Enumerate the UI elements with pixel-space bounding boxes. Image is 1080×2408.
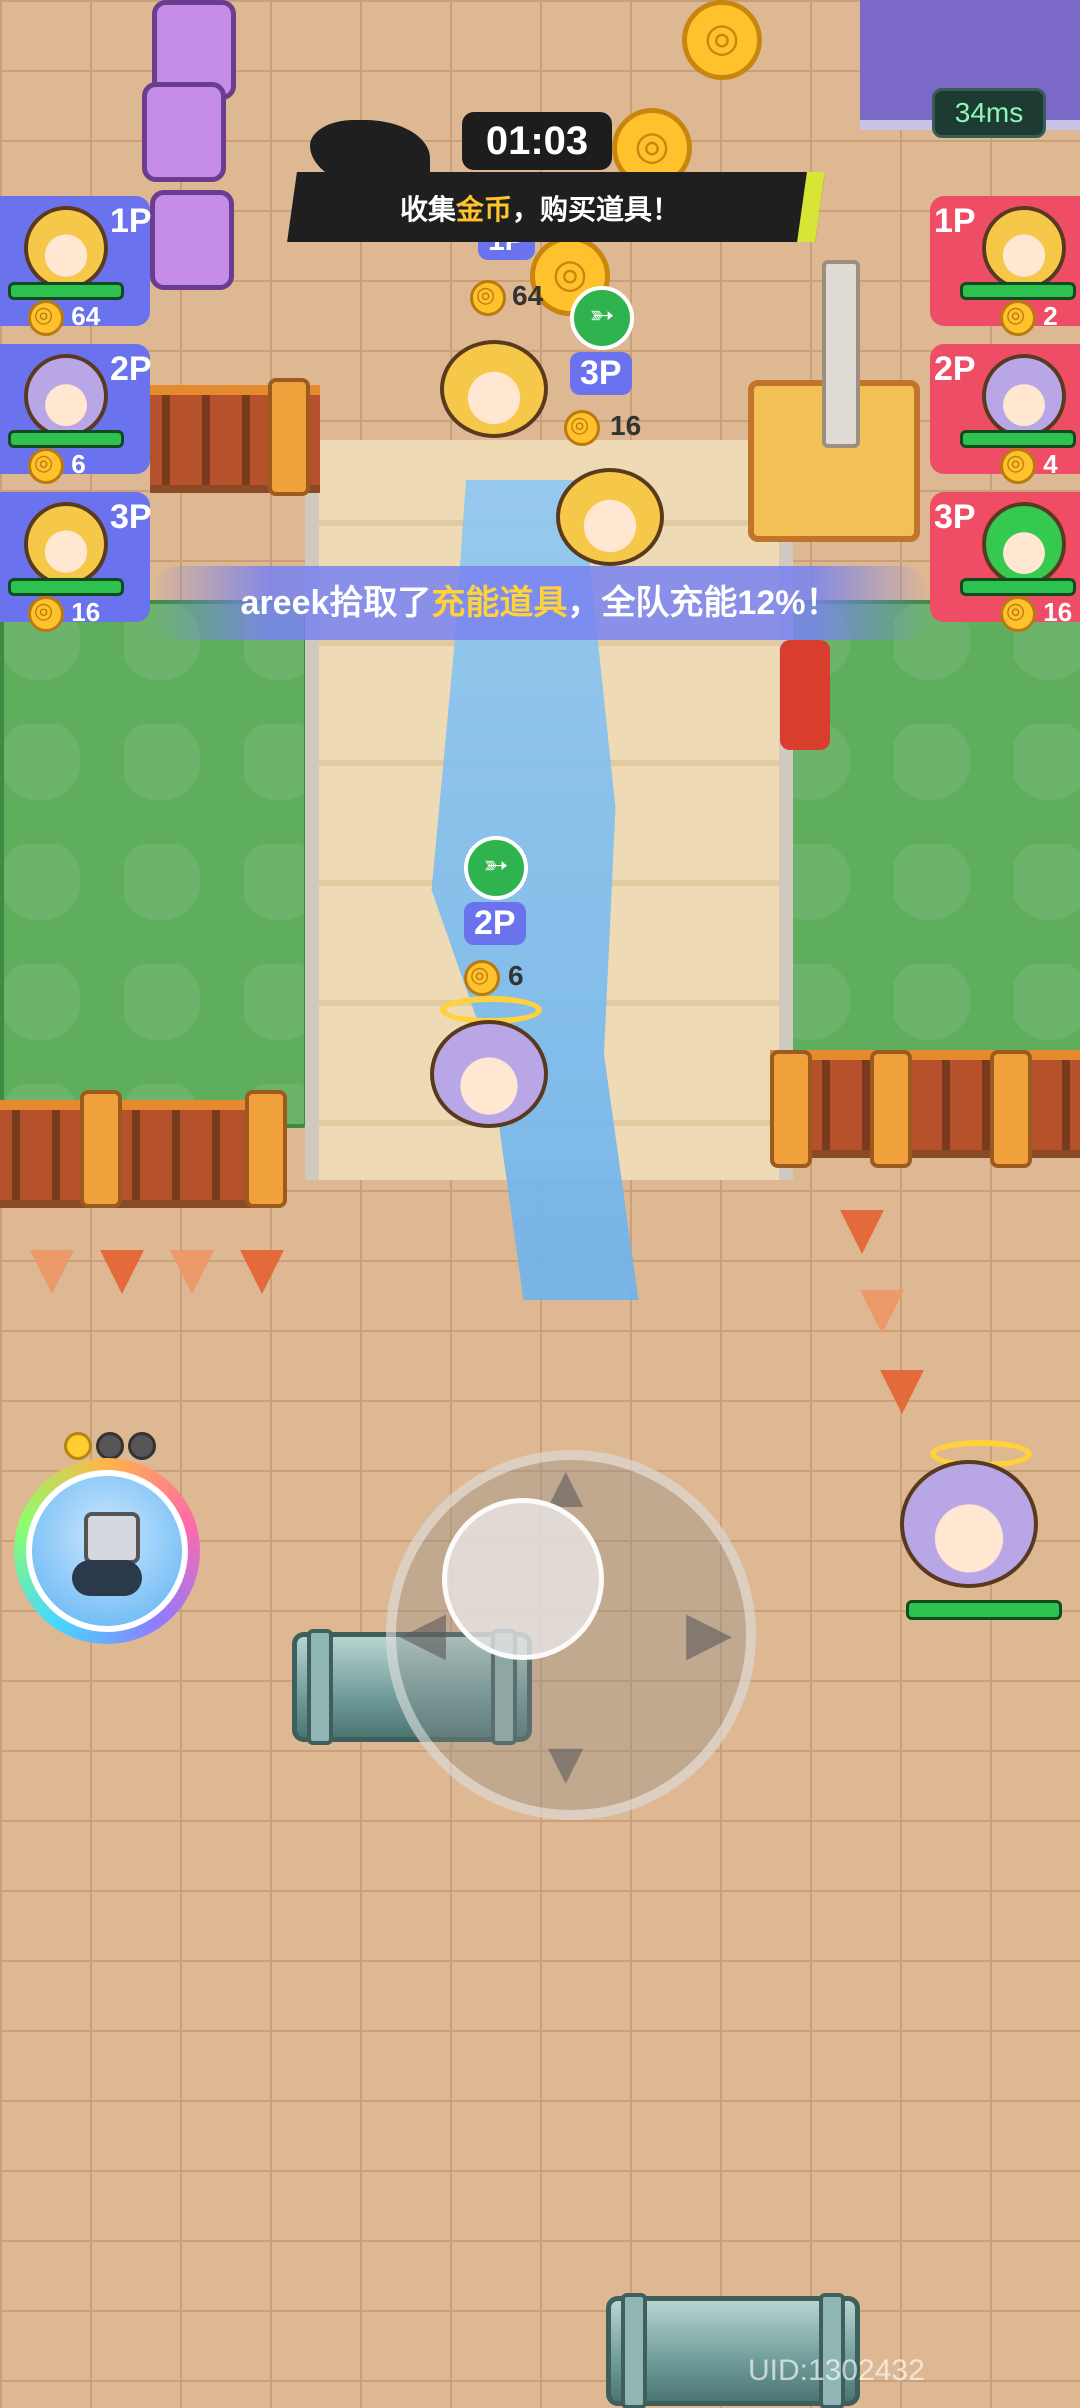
right-team-slot-2: 2P 4 [930,344,1080,484]
player-avatar [24,354,108,438]
coin-count: 6 [71,448,86,479]
joystick-down-arrow: ▼ [536,1729,596,1796]
skill-button[interactable] [14,1458,200,1644]
player-avatar [982,354,1066,438]
health-bar [960,282,1076,300]
player-coins: 2 [1000,300,1058,336]
coin-count: 16 [71,596,101,627]
joystick-left-arrow: ◀ [400,1599,447,1666]
objective-prefix: 收集 [400,194,457,225]
item-canister [150,190,234,290]
coin-count: 4 [1043,448,1058,479]
field-player-tag: 2P [464,902,526,945]
joystick-knob[interactable] [442,1498,604,1660]
objective-text: 收集金币，购买道具！ [400,188,680,228]
field-player-tag: 3P [570,352,632,395]
coin-icon [564,410,600,446]
fence-post [870,1050,912,1168]
coin-icon [1000,448,1036,484]
coin-icon [28,300,64,336]
player-tag: 2P [110,350,152,388]
enemy-health-bar [906,1600,1062,1620]
skill-charge-dot [96,1432,124,1460]
left-team-slot-3: 3P 16 [0,492,152,632]
field-player-coins: 6 [508,960,524,991]
coin-icon [28,596,64,632]
objective-suffix: ，购买道具！ [512,194,681,225]
pipe-obstacle [606,2293,860,2408]
field-player-coins: 16 [610,410,642,441]
notice-item: 充能道具 [431,584,568,622]
player-tag: 3P [934,498,976,536]
player-coins: 64 [28,300,100,336]
character-sprite [556,468,664,566]
fence-bottom-right [770,1050,1080,1158]
left-team-slot-1: 1P 64 [0,196,152,336]
player-coins: 4 [1000,448,1058,484]
fence-post [268,378,310,496]
wing-icon: ➳ [570,286,634,350]
grass-left [0,600,308,1128]
joystick-right-arrow: ▶ [686,1599,733,1666]
skill-charge-dot [64,1432,92,1460]
skill-icon [26,1470,188,1632]
player-tag: 1P [934,202,976,240]
character-sprite [440,340,548,438]
coin-icon [1000,300,1036,336]
match-timer: 01:03 [462,112,612,170]
player-coins: 6 [28,448,86,484]
left-team-slot-2: 2P 6 [0,344,152,484]
player-coins: 16 [28,596,100,632]
field-player-coins: 64 [512,280,544,311]
health-bar [8,578,124,596]
wing-icon: ➳ [464,836,528,900]
coin-count: 2 [1043,300,1058,331]
right-team-slot-3: 3P 16 [930,492,1080,632]
player-tag: 3P [110,498,152,536]
player-tag: 1P [110,202,152,240]
notice-player: areek [240,584,330,622]
player-tag: 2P [934,350,976,388]
player-avatar [24,206,108,290]
health-bar [960,430,1076,448]
coin-icon [1000,596,1036,632]
fence-bottom-left [0,1100,280,1208]
fork-sign [822,260,860,448]
uid-label: UID:1302432 [748,2354,925,2387]
player-avatar [982,206,1066,290]
coin-count: 16 [1043,596,1073,627]
notice-rest: ，全队充能12%！ [567,584,840,622]
coin-icon [28,448,64,484]
character-sprite [430,1020,548,1128]
player-coins: 16 [1000,596,1072,632]
objective-highlight: 金币 [456,194,513,225]
game-world: ◎ ◎ ◎ 1P 64 ➳ 3P 16 ➳ 2P 6 [0,0,1080,2408]
ping-indicator: 34ms [932,88,1046,138]
character-sprite [900,1460,1038,1588]
coin-count: 64 [71,300,101,331]
health-bar [8,282,124,300]
notice-verb: 拾取了 [329,584,432,622]
item-canister [142,82,226,182]
pickup-notification: areek拾取了充能道具，全队充能12%！ [150,566,930,640]
right-team-slot-1: 1P 2 [930,196,1080,336]
coin-pickup: ◎ [682,0,762,80]
coin-icon [470,280,506,316]
bunting-left [0,1250,320,1310]
red-bag [780,640,830,750]
fence-post [770,1050,812,1168]
health-bar [8,430,124,448]
skill-charge-dot [128,1432,156,1460]
fence-post [990,1050,1032,1168]
coin-icon [464,960,500,996]
fence-post [245,1090,287,1208]
player-avatar [24,502,108,586]
health-bar [960,578,1076,596]
player-avatar [982,502,1066,586]
fence-post [80,1090,122,1208]
